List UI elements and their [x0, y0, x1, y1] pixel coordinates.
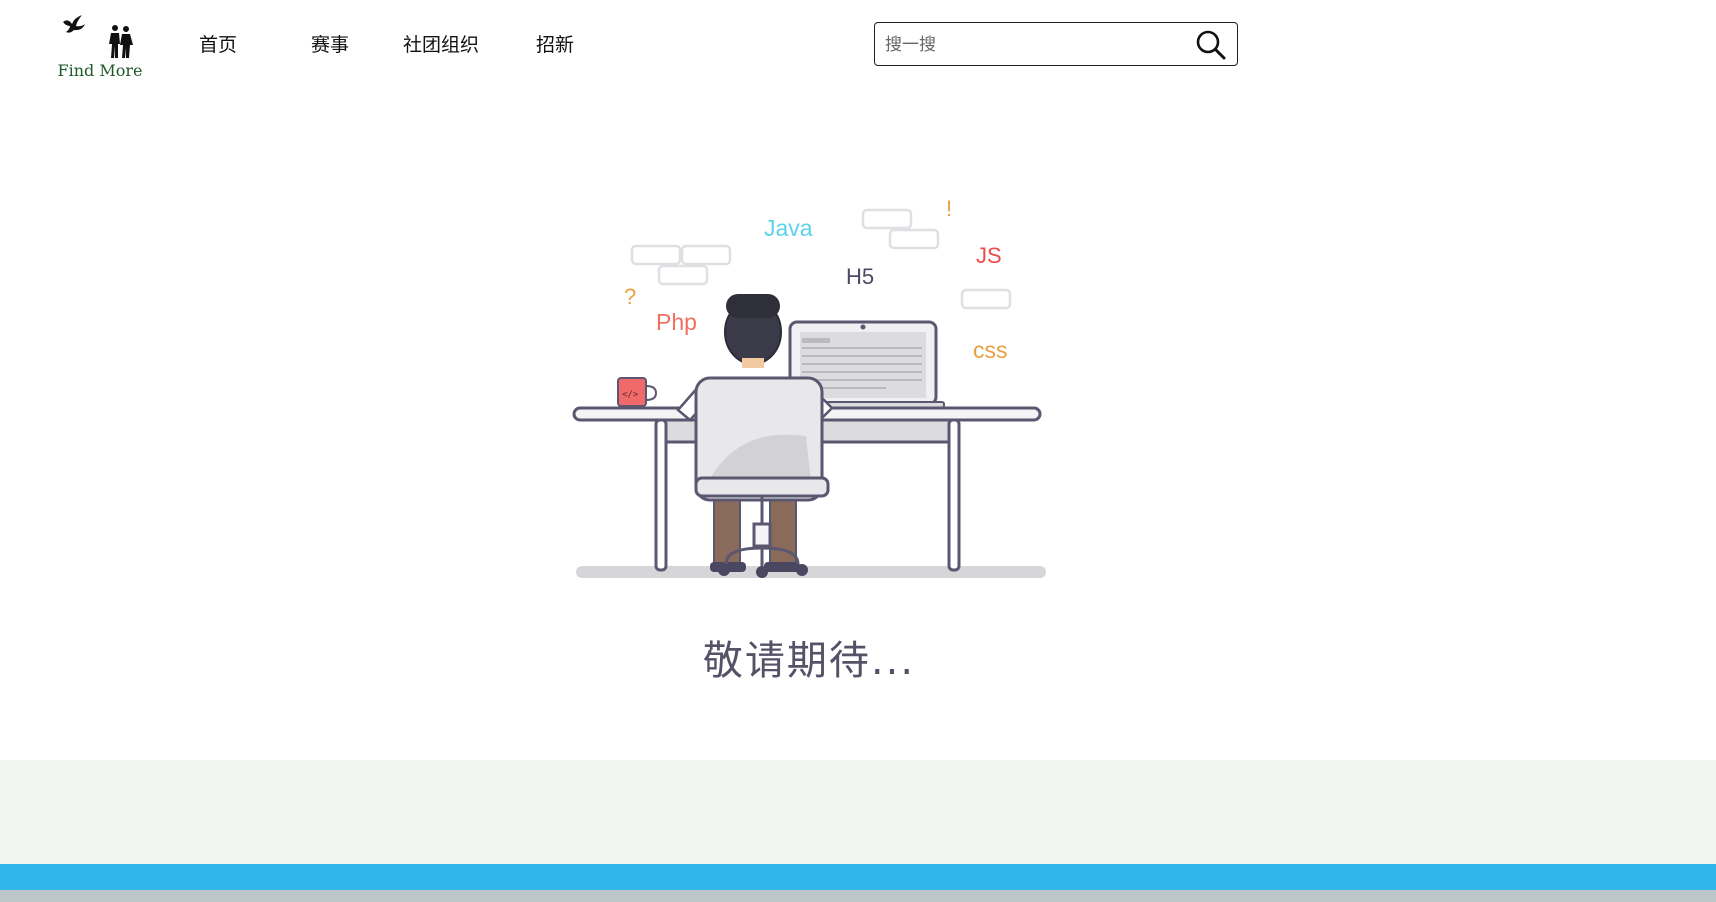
label-exclaim: !	[946, 196, 952, 221]
mug-code-text: </>	[622, 390, 639, 400]
logo-text: Find More	[57, 61, 143, 80]
footer-area	[0, 760, 1716, 864]
label-h5: H5	[846, 264, 874, 289]
people-silhouette-icon	[109, 25, 133, 58]
label-php: Php	[656, 309, 697, 335]
label-js: JS	[976, 243, 1002, 268]
label-css: css	[973, 337, 1008, 363]
coming-soon-illustration: Java H5 JS Php css ? ! </>	[566, 186, 1056, 592]
label-java: Java	[764, 215, 813, 241]
logo[interactable]: Find More	[56, 12, 144, 80]
footer-blue-bar	[0, 864, 1716, 890]
search-input[interactable]	[883, 29, 1187, 61]
bird-icon	[63, 15, 85, 33]
coming-soon-message: 敬请期待...	[702, 638, 916, 684]
developer-at-desk-illustration: Java H5 JS Php css ? ! </>	[572, 196, 1046, 578]
nav-clubs[interactable]: 社团组织	[403, 30, 479, 57]
nav-recruit[interactable]: 招新	[536, 30, 574, 57]
floor-shadow	[576, 566, 1046, 578]
mug-icon: </>	[617, 377, 658, 407]
nav-events[interactable]: 赛事	[311, 30, 349, 57]
search-button[interactable]	[1195, 29, 1227, 61]
header: Find More 首页 赛事 社团组织 招新	[0, 0, 1716, 90]
brick-shapes	[630, 208, 1012, 310]
search-icon	[1196, 30, 1226, 60]
footer-bottom-bar	[0, 890, 1716, 902]
nav-home[interactable]: 首页	[199, 30, 237, 57]
search-box	[874, 22, 1238, 66]
label-question: ?	[624, 284, 636, 309]
